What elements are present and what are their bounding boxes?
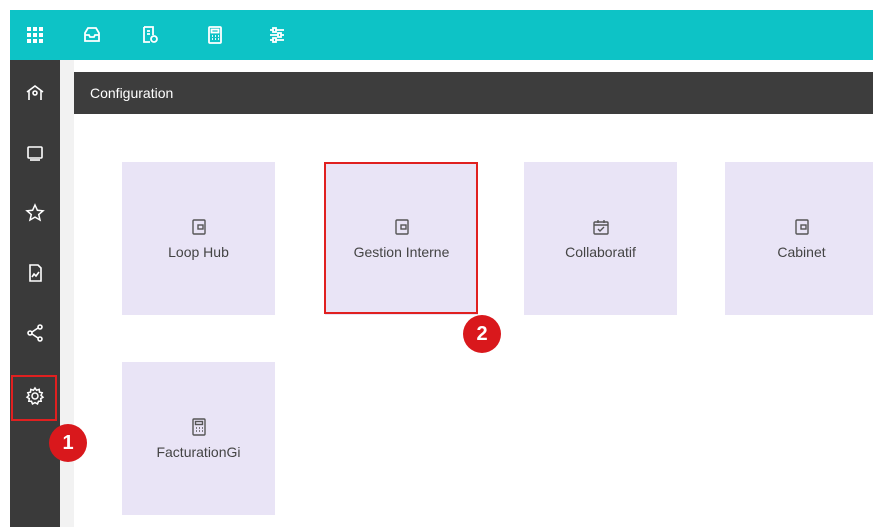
page-title: Configuration [90, 85, 174, 101]
tile-collaboratif[interactable]: Collaboratif [524, 162, 677, 315]
calculator-icon [191, 417, 206, 436]
tile-cabinet[interactable]: Cabinet [725, 162, 873, 315]
sliders-icon[interactable] [267, 25, 287, 45]
wallet-icon [794, 218, 809, 235]
report-icon[interactable] [10, 253, 60, 293]
calculator-icon[interactable] [205, 25, 225, 45]
top-bar [10, 10, 873, 60]
tile-label: Loop Hub [168, 243, 229, 260]
calendar-check-icon [592, 219, 609, 235]
page-header: Configuration [74, 72, 873, 114]
home-icon[interactable] [10, 73, 60, 113]
tile-facturationgi[interactable]: FacturationGi [122, 362, 275, 515]
tile-loop-hub[interactable]: Loop Hub [122, 162, 275, 315]
wallet-icon [191, 218, 206, 235]
step-badge-1: 1 [49, 424, 87, 462]
folder-icon[interactable] [10, 133, 60, 173]
tile-label: Cabinet [777, 243, 826, 260]
inbox-icon[interactable] [82, 25, 102, 45]
star-icon[interactable] [10, 193, 60, 233]
step-badge-2: 2 [463, 315, 501, 353]
document-settings-icon[interactable] [140, 25, 160, 45]
settings-highlight-box [11, 375, 57, 421]
tile-label: Collaboratif [565, 243, 636, 260]
tile-label: FacturationGi [156, 443, 241, 460]
apps-grid-icon[interactable] [10, 10, 60, 60]
share-icon[interactable] [10, 313, 60, 353]
sidebar [10, 60, 60, 527]
tile-highlight-box [324, 162, 478, 314]
